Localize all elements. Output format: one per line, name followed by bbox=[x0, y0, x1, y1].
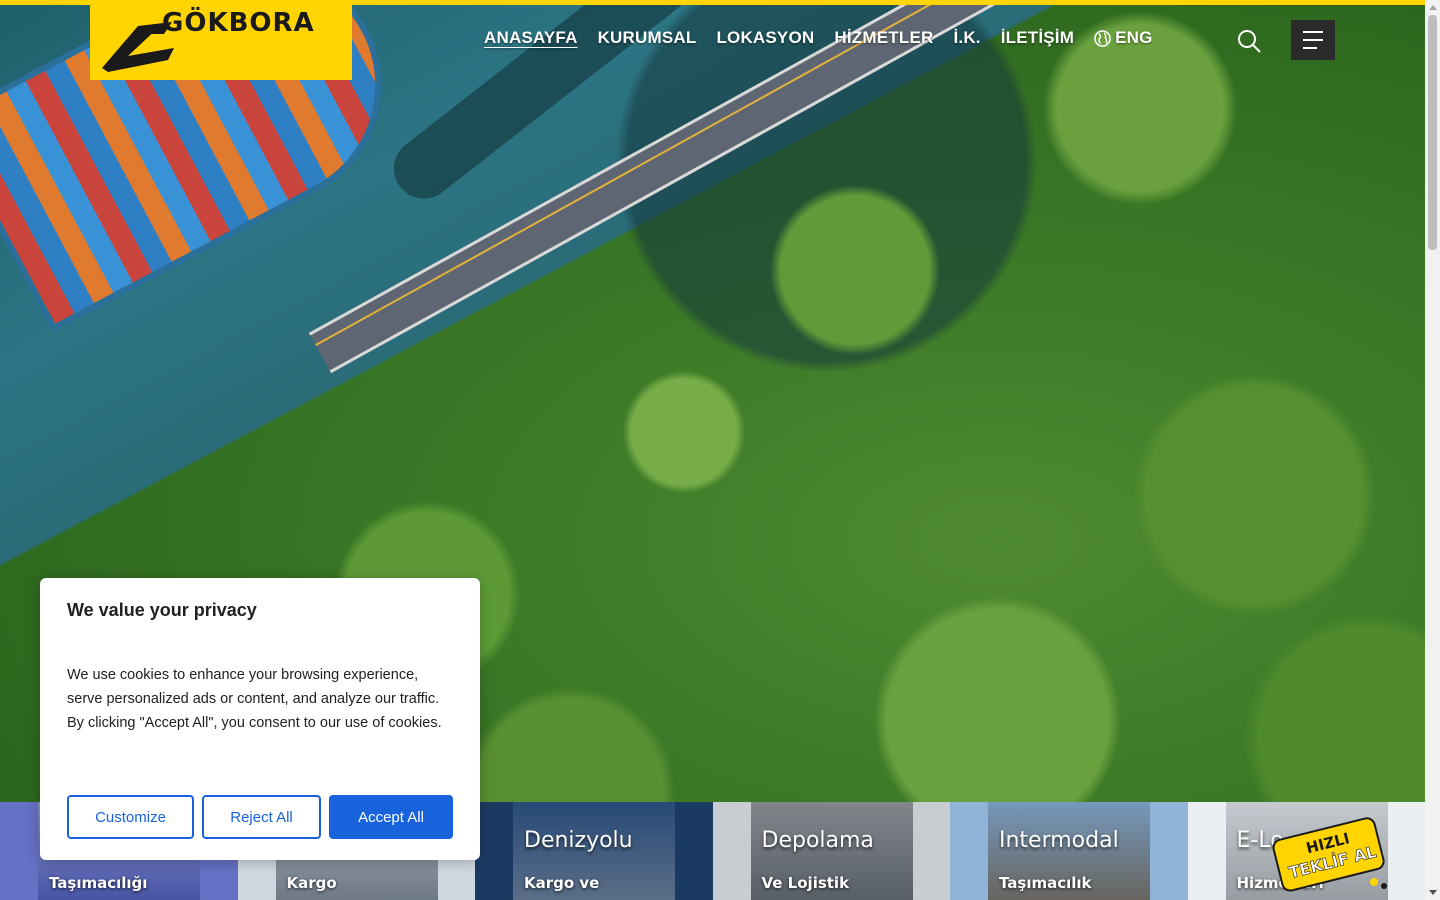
service-card-denizyolu[interactable]: Denizyolu Kargo ve bbox=[475, 802, 713, 900]
service-card-subtitle: Ve Lojistik bbox=[761, 874, 850, 892]
logo-wordmark: GÖKBORA bbox=[162, 8, 315, 38]
cookie-consent-banner: We value your privacy We use cookies to … bbox=[40, 578, 480, 860]
quote-badge-icon: HIZLI TEKLİF AL bbox=[1272, 817, 1387, 892]
service-card-subtitle: Taşımacılığı bbox=[49, 874, 148, 892]
language-label: ENG bbox=[1115, 28, 1153, 47]
scroll-down-arrow-icon[interactable] bbox=[1429, 890, 1437, 895]
quick-quote-button[interactable]: HIZLI TEKLİF AL bbox=[1270, 812, 1390, 896]
service-card-subtitle: Kargo bbox=[286, 874, 337, 892]
nav-item-anasayfa[interactable]: ANASAYFA bbox=[484, 28, 578, 48]
service-card-title: Depolama bbox=[761, 828, 874, 853]
brand-logo[interactable]: GÖKBORA bbox=[90, 0, 352, 80]
service-card-title: Denizyolu bbox=[524, 828, 633, 853]
nav-item-lokasyon[interactable]: LOKASYON bbox=[716, 28, 814, 48]
reject-all-button[interactable]: Reject All bbox=[202, 795, 321, 839]
nav-item-hizmetler[interactable]: HİZMETLER bbox=[834, 28, 933, 48]
service-card-depolama[interactable]: Depolama Ve Lojistik bbox=[712, 802, 950, 900]
language-switcher[interactable]: ENG bbox=[1094, 28, 1152, 48]
scroll-up-arrow-icon[interactable] bbox=[1429, 5, 1437, 10]
nav-item-iletisim[interactable]: İLETİŞİM bbox=[1001, 28, 1074, 48]
service-card-subtitle: Kargo ve bbox=[524, 874, 600, 892]
nav-item-ik[interactable]: İ.K. bbox=[953, 28, 980, 48]
search-icon bbox=[1238, 30, 1261, 53]
scrollbar-thumb[interactable] bbox=[1428, 15, 1437, 250]
accept-all-button[interactable]: Accept All bbox=[329, 795, 453, 839]
cookie-banner-body: We use cookies to enhance your browsing … bbox=[67, 667, 442, 731]
globe-icon bbox=[1094, 29, 1111, 47]
nav-item-kurumsal[interactable]: KURUMSAL bbox=[598, 28, 697, 48]
hamburger-menu-button[interactable] bbox=[1291, 20, 1335, 60]
customize-button[interactable]: Customize bbox=[67, 795, 194, 839]
page-scrollbar[interactable] bbox=[1425, 0, 1440, 900]
search-button[interactable] bbox=[1236, 28, 1264, 56]
cookie-banner-title: We value your privacy bbox=[67, 600, 257, 620]
service-card-subtitle: Taşımacılık bbox=[999, 874, 1092, 892]
main-navigation: ANASAYFA KURUMSAL LOKASYON HİZMETLER İ.K… bbox=[484, 28, 1153, 48]
service-card-intermodal[interactable]: Intermodal Taşımacılık bbox=[950, 802, 1188, 900]
service-card-title: Intermodal bbox=[999, 828, 1119, 853]
hamburger-menu-icon bbox=[1303, 31, 1323, 33]
